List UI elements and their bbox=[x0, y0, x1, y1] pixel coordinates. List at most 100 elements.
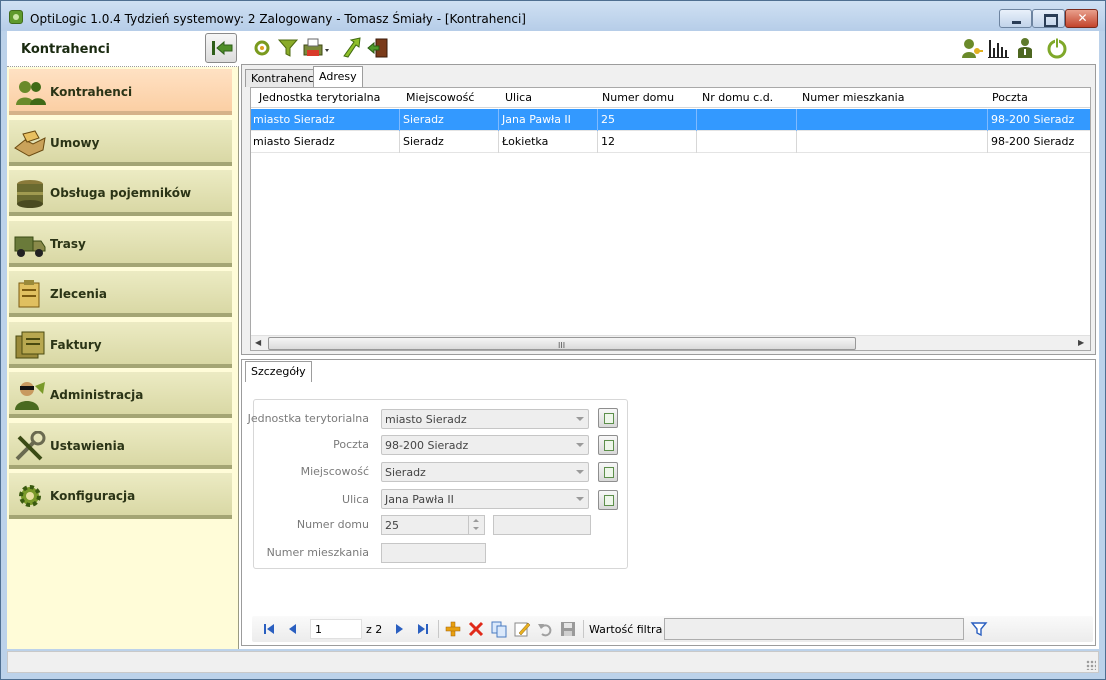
clipboard-icon bbox=[18, 280, 40, 308]
sidebar-item-clipboard[interactable]: Zlecenia bbox=[9, 271, 232, 317]
sidebar-item-truck[interactable]: Trasy bbox=[9, 220, 232, 267]
table-cell: 98-200 Sieradz bbox=[991, 135, 1075, 148]
miejscowosc-combo[interactable]: Sieradz bbox=[381, 462, 589, 482]
sidebar-item-invoice[interactable]: Faktury bbox=[9, 321, 232, 368]
collapse-nav-button[interactable] bbox=[205, 33, 237, 63]
copy-record-icon[interactable] bbox=[490, 620, 508, 638]
chevron-down-icon bbox=[576, 443, 584, 447]
cell-divider bbox=[498, 109, 499, 131]
resize-grip-icon[interactable] bbox=[1086, 660, 1096, 670]
table-cell: miasto Sieradz bbox=[253, 113, 335, 126]
table-row[interactable]: miasto Sieradz Sieradz Jana Pawła II 25 98-2… bbox=[251, 109, 1090, 131]
cell-divider bbox=[796, 131, 797, 153]
prev-record-icon[interactable] bbox=[284, 620, 302, 638]
column-header[interactable]: Numer mieszkania bbox=[802, 91, 904, 104]
refresh-icon[interactable] bbox=[250, 36, 274, 60]
scroll-right-icon[interactable]: ▶ bbox=[1078, 338, 1084, 347]
poczta-pick-button[interactable] bbox=[598, 435, 618, 455]
handshake-icon bbox=[14, 129, 46, 157]
filter-icon[interactable] bbox=[276, 36, 300, 60]
scroll-left-icon[interactable]: ◀ bbox=[255, 338, 261, 347]
cell-divider bbox=[498, 131, 499, 153]
apply-filter-icon[interactable] bbox=[970, 620, 988, 638]
sidebar-item-people[interactable]: Kontrahenci bbox=[9, 69, 232, 115]
cell-divider bbox=[987, 109, 988, 131]
delete-record-icon[interactable] bbox=[467, 620, 485, 638]
table-cell: miasto Sieradz bbox=[253, 135, 335, 148]
sidebar-item-admin-user[interactable]: Administracja bbox=[9, 372, 232, 418]
jednostka-pick-button[interactable] bbox=[598, 408, 618, 428]
minimize-button[interactable] bbox=[999, 9, 1032, 28]
first-record-icon[interactable] bbox=[260, 620, 278, 638]
navigation-pane: Kontrahenci Kontrahenci Umowy Obsługa poje… bbox=[7, 31, 239, 649]
cell-divider bbox=[597, 109, 598, 131]
poczta-combo[interactable]: 98-200 Sieradz bbox=[381, 435, 589, 455]
column-header[interactable]: Numer domu bbox=[602, 91, 674, 104]
sidebar-item-container[interactable]: Obsługa pojemników bbox=[9, 170, 232, 216]
add-record-icon[interactable] bbox=[444, 620, 462, 638]
export-icon[interactable] bbox=[340, 36, 364, 60]
user-key-icon[interactable] bbox=[960, 36, 984, 60]
nr-domu-cd-field[interactable] bbox=[493, 515, 591, 535]
nav-header: Kontrahenci bbox=[7, 31, 239, 67]
save-icon[interactable] bbox=[559, 620, 577, 638]
sidebar-item-config-gear[interactable]: Konfiguracja bbox=[9, 473, 232, 519]
page-number-input[interactable]: 1 bbox=[310, 619, 362, 639]
table-cell: Łokietka bbox=[502, 135, 549, 148]
tab-adresy[interactable]: Adresy bbox=[313, 66, 363, 87]
page-count: z 2 bbox=[366, 623, 383, 636]
print-icon[interactable] bbox=[302, 36, 332, 60]
sidebar-item-label: Trasy bbox=[50, 236, 86, 251]
user-info-icon[interactable] bbox=[1013, 36, 1037, 60]
miejscowosc-pick-button[interactable] bbox=[598, 462, 618, 482]
column-header[interactable]: Jednostka terytorialna bbox=[259, 91, 380, 104]
column-header[interactable]: Miejscowość bbox=[406, 91, 474, 104]
power-icon[interactable] bbox=[1045, 36, 1069, 60]
numer-mieszkania-field[interactable] bbox=[381, 543, 486, 563]
cell-divider bbox=[696, 109, 697, 131]
column-header[interactable]: Poczta bbox=[992, 91, 1028, 104]
maximize-button[interactable] bbox=[1032, 9, 1065, 28]
ulica-pick-button[interactable] bbox=[598, 490, 618, 510]
sidebar-item-label: Faktury bbox=[50, 337, 102, 352]
tab-szczegoly[interactable]: Szczegóły bbox=[245, 361, 312, 382]
edit-record-icon[interactable] bbox=[513, 620, 531, 638]
cell-divider bbox=[987, 131, 988, 153]
title-bar[interactable]: OptiLogic 1.0.4 Tydzień systemowy: 2 Zal… bbox=[1, 1, 1105, 31]
horizontal-scrollbar[interactable]: ◀ III ▶ bbox=[251, 335, 1090, 350]
exit-door-icon[interactable] bbox=[366, 36, 390, 60]
sidebar-item-label: Ustawienia bbox=[50, 438, 125, 453]
next-record-icon[interactable] bbox=[390, 620, 408, 638]
table-row[interactable]: miasto Sieradz Sieradz Łokietka 12 98-200 Si… bbox=[251, 131, 1090, 153]
tab-kontrahenci[interactable]: Kontrahenci bbox=[245, 69, 323, 87]
cell-divider bbox=[597, 131, 598, 153]
label-numer-mieszkania: Numer mieszkania bbox=[266, 546, 369, 559]
sidebar-item-label: Umowy bbox=[50, 135, 100, 150]
close-button[interactable]: ✕ bbox=[1065, 9, 1098, 28]
grid-header: Jednostka terytorialna Miejscowość Ulica Nu… bbox=[251, 88, 1090, 108]
last-record-icon[interactable] bbox=[414, 620, 432, 638]
scroll-grip: III bbox=[558, 341, 566, 350]
undo-icon[interactable] bbox=[536, 620, 554, 638]
admin-user-icon bbox=[15, 382, 45, 410]
window-title: OptiLogic 1.0.4 Tydzień systemowy: 2 Zal… bbox=[30, 12, 526, 26]
numer-domu-stepper[interactable]: 25 bbox=[381, 515, 485, 535]
separator bbox=[583, 620, 584, 638]
filter-value-input[interactable] bbox=[664, 618, 964, 640]
sidebar-item-tools[interactable]: Ustawienia bbox=[9, 422, 232, 469]
table-cell: Jana Pawła II bbox=[502, 113, 571, 126]
column-header[interactable]: Nr domu c.d. bbox=[702, 91, 773, 104]
sidebar-item-handshake[interactable]: Umowy bbox=[9, 119, 232, 166]
label-numer-domu: Numer domu bbox=[296, 518, 369, 531]
container-icon bbox=[17, 180, 43, 208]
scrollbar-thumb[interactable]: III bbox=[268, 337, 856, 350]
table-cell: 25 bbox=[601, 113, 615, 126]
jednostka-combo[interactable]: miasto Sieradz bbox=[381, 409, 589, 429]
column-header[interactable]: Ulica bbox=[505, 91, 532, 104]
chart-icon[interactable] bbox=[986, 36, 1010, 60]
spin-arrows-icon[interactable] bbox=[468, 516, 484, 534]
app-logo-icon bbox=[9, 10, 23, 24]
ulica-combo[interactable]: Jana Pawła II bbox=[381, 489, 589, 509]
sidebar-item-label: Konfiguracja bbox=[50, 489, 136, 503]
filter-value-label: Wartość filtra bbox=[589, 623, 663, 636]
